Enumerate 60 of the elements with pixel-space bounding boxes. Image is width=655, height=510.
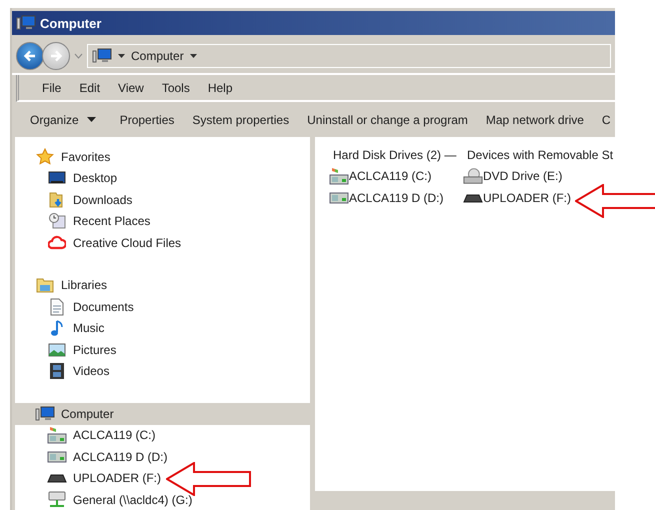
navigation-item[interactable]: ACLCA119 (C:) <box>15 424 310 446</box>
system-drive-icon <box>47 426 67 444</box>
toolbar-button[interactable]: Map network drive <box>476 112 593 126</box>
drive-item[interactable]: ACLCA119 (C:) <box>329 165 432 187</box>
drive-item[interactable]: ACLCA119 D (D:) <box>329 187 444 209</box>
menu-item[interactable]: File <box>33 80 70 94</box>
menu-item[interactable]: Help <box>198 80 242 94</box>
toolbar-button[interactable]: System properties <box>183 112 298 126</box>
network-drive-icon <box>47 490 67 509</box>
toolbar-button[interactable]: C <box>592 112 615 126</box>
document-icon <box>49 298 65 316</box>
computer-icon <box>35 406 55 422</box>
menu-item[interactable]: Edit <box>70 80 110 94</box>
hard-drive-icon <box>329 192 349 204</box>
hard-drive-icon <box>47 450 67 463</box>
removable-drive-icon <box>463 193 483 203</box>
drive-item[interactable]: DVD Drive (E:) <box>463 165 562 187</box>
navigation-item[interactable]: Pictures <box>15 339 310 360</box>
right-arrow-icon <box>49 49 63 63</box>
film-strip-icon <box>49 362 65 380</box>
navigation-item[interactable]: Documents <box>15 296 310 318</box>
navigation-item[interactable]: Recent Places <box>15 210 310 232</box>
toolbar-button[interactable]: Uninstall or change a program <box>298 112 477 126</box>
navigation-item[interactable]: Creative Cloud Files <box>15 232 310 254</box>
cloud-logo-icon <box>48 234 66 251</box>
toolbar-button[interactable]: Organize <box>12 112 105 126</box>
back-button[interactable] <box>16 42 44 70</box>
menu-item[interactable]: Tools <box>152 80 199 94</box>
menu-item[interactable]: View <box>109 80 153 94</box>
system-drive-icon <box>329 167 349 185</box>
group-heading: Hard Disk Drives (2) — <box>333 147 457 164</box>
left-arrow-icon <box>23 49 37 63</box>
caret-icon[interactable] <box>118 54 125 58</box>
dvd-drive-icon <box>463 167 483 185</box>
address-field[interactable]: Computer <box>87 44 611 68</box>
desktop-icon <box>48 170 66 186</box>
computer-icon <box>92 48 112 64</box>
group-heading: Devices with Removable St <box>467 147 614 164</box>
star-icon <box>36 148 54 166</box>
toolbar-button[interactable]: Properties <box>110 112 184 126</box>
navigation-item[interactable]: Music <box>15 318 310 339</box>
navigation-item[interactable]: Libraries <box>15 274 310 296</box>
navigation-item[interactable]: Favorites <box>15 146 310 168</box>
navigation-item[interactable]: ACLCA119 D (D:) <box>15 446 310 468</box>
forward-button[interactable] <box>42 42 70 70</box>
navigation-item[interactable]: Computer <box>15 403 310 424</box>
recent-places-icon <box>48 212 66 230</box>
navigation-item[interactable]: UPLOADER (F:) <box>15 468 310 489</box>
navigation-item[interactable]: General (\\acldc4) (G:) <box>15 489 310 510</box>
removable-drive-icon <box>47 473 67 484</box>
drive-item[interactable]: UPLOADER (F:) <box>463 187 572 209</box>
navigation-item[interactable]: Downloads <box>15 189 310 210</box>
navigation-item[interactable]: Videos <box>15 360 310 382</box>
computer-icon <box>16 15 36 31</box>
music-note-icon <box>50 319 64 338</box>
navigation-item[interactable]: Desktop <box>15 168 310 189</box>
library-folder-icon <box>36 277 54 294</box>
window-title: Computer <box>40 16 102 30</box>
picture-icon <box>48 342 66 358</box>
caret-icon[interactable] <box>190 54 197 58</box>
